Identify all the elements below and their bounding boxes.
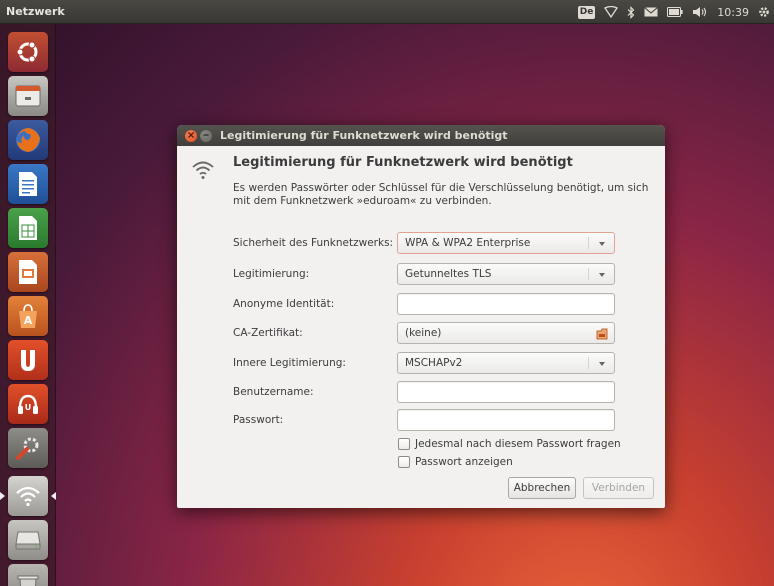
ca-cert-file-button[interactable]: (keine) [397, 322, 615, 344]
show-password-label[interactable]: Passwort anzeigen [415, 456, 513, 468]
writer-doc-icon [16, 170, 40, 198]
music-headphones-icon: U [15, 391, 41, 417]
minimize-icon [202, 129, 210, 142]
session-gear-icon[interactable] [758, 6, 770, 18]
wifi-icon [15, 485, 41, 507]
chevron-down-icon [599, 362, 605, 366]
chevron-down-icon [599, 242, 605, 246]
ca-cert-value: (keine) [405, 327, 442, 339]
launcher-item-files[interactable] [8, 76, 48, 116]
combo-divider [588, 357, 589, 369]
active-indicator [0, 492, 5, 500]
anon-identity-label: Anonyme Identität: [233, 298, 335, 310]
security-label: Sicherheit des Funknetzwerks: [233, 237, 394, 249]
auth-select[interactable]: Getunneltes TLS [397, 263, 615, 285]
svg-text:A: A [24, 314, 33, 327]
chevron-down-icon [599, 273, 605, 277]
launcher-item-trash[interactable] [8, 564, 48, 586]
launcher-item-drive[interactable] [8, 520, 48, 560]
close-icon [187, 129, 195, 142]
app-title: Netzwerk [6, 5, 65, 18]
focus-indicator [51, 492, 56, 500]
connect-button[interactable]: Verbinden [583, 477, 654, 499]
file-cabinet-icon [14, 83, 42, 109]
document-open-icon [596, 327, 608, 343]
launcher-item-libreoffice-calc[interactable] [8, 208, 48, 248]
show-password-checkbox-row[interactable]: Passwort anzeigen [398, 456, 513, 468]
calc-sheet-icon [16, 214, 40, 242]
software-center-bag-icon: A [15, 302, 41, 330]
security-select[interactable]: WPA & WPA2 Enterprise [397, 232, 615, 254]
ask-every-time-checkbox[interactable] [398, 438, 410, 450]
dialog-heading: Legitimierung für Funknetzwerk wird benö… [233, 155, 573, 170]
top-panel: Netzwerk De 10:39 [0, 0, 774, 24]
launcher-item-system-settings[interactable] [8, 428, 48, 468]
dialog-content: Legitimierung für Funknetzwerk wird benö… [177, 146, 665, 508]
username-label: Benutzername: [233, 386, 314, 398]
ask-every-time-label[interactable]: Jedesmal nach diesem Passwort fragen [415, 438, 621, 450]
inner-auth-select-value: MSCHAPv2 [405, 357, 463, 369]
launcher-item-software-center[interactable]: A [8, 296, 48, 336]
mail-icon[interactable] [644, 7, 659, 17]
ubuntu-one-icon [16, 347, 40, 373]
combo-divider [588, 268, 589, 280]
firefox-icon [14, 126, 42, 154]
keyboard-layout-indicator[interactable]: De [577, 5, 596, 19]
launcher-item-dash-home[interactable] [8, 32, 48, 72]
dialog-title: Legitimierung für Funknetzwerk wird benö… [220, 129, 508, 142]
svg-text:U: U [25, 403, 32, 412]
dialog-titlebar[interactable]: Legitimierung für Funknetzwerk wird benö… [177, 125, 665, 146]
ca-cert-label: CA-Zertifikat: [233, 327, 303, 339]
indicator-area: De 10:39 [577, 0, 774, 24]
close-button[interactable] [185, 129, 197, 142]
wifi-signal-icon [191, 158, 215, 185]
settings-wrench-icon [14, 434, 42, 462]
anon-identity-input[interactable] [397, 293, 615, 315]
password-label: Passwort: [233, 414, 284, 426]
ubuntu-logo-icon [15, 39, 41, 65]
volume-icon[interactable] [692, 6, 708, 18]
show-password-checkbox[interactable] [398, 456, 410, 468]
bluetooth-icon[interactable] [627, 5, 635, 19]
inner-auth-label: Innere Legitimierung: [233, 357, 346, 369]
launcher-item-network[interactable] [8, 476, 48, 516]
trash-icon [16, 574, 40, 586]
battery-icon[interactable] [667, 7, 683, 17]
password-input[interactable] [397, 409, 615, 431]
inner-auth-select[interactable]: MSCHAPv2 [397, 352, 615, 374]
launcher-item-firefox[interactable] [8, 120, 48, 160]
security-select-value: WPA & WPA2 Enterprise [405, 237, 531, 249]
combo-divider [588, 237, 589, 249]
wifi-auth-dialog: Legitimierung für Funknetzwerk wird benö… [177, 125, 665, 508]
auth-label: Legitimierung: [233, 268, 310, 280]
clock-text[interactable]: 10:39 [717, 6, 749, 19]
username-input[interactable] [397, 381, 615, 403]
hard-drive-icon [14, 529, 42, 551]
launcher-item-ubuntu-one[interactable] [8, 340, 48, 380]
cancel-button[interactable]: Abbrechen [508, 477, 576, 499]
launcher-item-libreoffice-impress[interactable] [8, 252, 48, 292]
minimize-button[interactable] [200, 129, 212, 142]
launcher-item-ubuntu-one-music[interactable]: U [8, 384, 48, 424]
ask-every-time-checkbox-row[interactable]: Jedesmal nach diesem Passwort fragen [398, 438, 621, 450]
launcher-item-libreoffice-writer[interactable] [8, 164, 48, 204]
network-indicator-icon[interactable] [604, 6, 619, 18]
impress-slide-icon [16, 258, 40, 286]
launcher: A U [0, 24, 56, 586]
dialog-description: Es werden Passwörter oder Schlüssel für … [233, 182, 649, 207]
auth-select-value: Getunneltes TLS [405, 268, 492, 280]
